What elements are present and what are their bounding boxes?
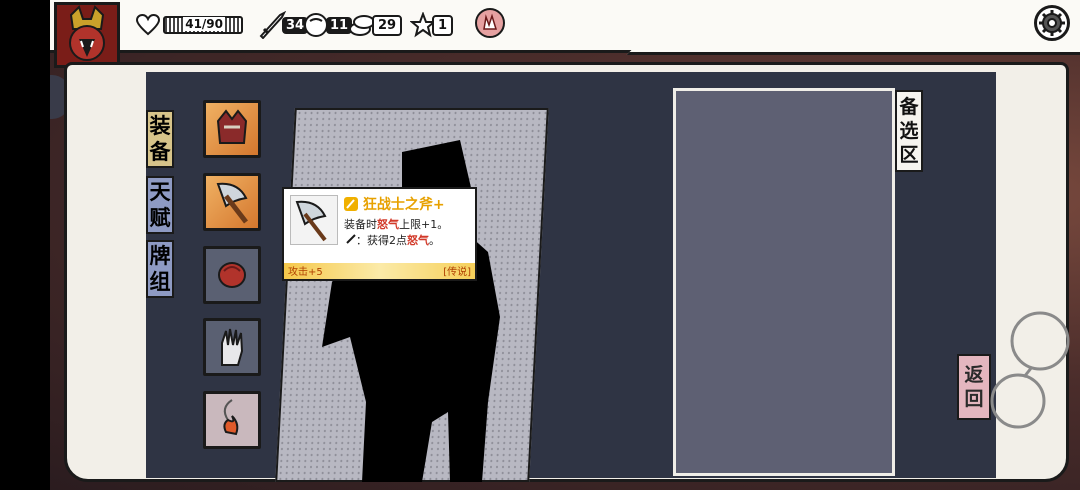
coins-value: 29 [372, 14, 403, 36]
reserve-label-char-2: 选 [899, 120, 919, 142]
stars-value: 1 [432, 14, 454, 36]
reserve-panel[interactable] [673, 88, 895, 476]
demon-portrait-icon [57, 5, 117, 65]
tab-equipment-char-2: 备 [149, 140, 171, 164]
effect-2-suffix: 。 [429, 234, 440, 247]
tab-equipment[interactable]: 装 备 [146, 110, 174, 168]
effect-2-keyword: 怒气 [407, 234, 429, 247]
item-tooltip: 狂战士之斧+ 装备时怒气上限+1。 ：获得2点怒气。 攻击+5 [传说] [282, 187, 477, 281]
hp-value: 41/90 [183, 17, 225, 31]
effect-1-keyword: 怒气 [377, 218, 399, 231]
reserve-label-char-3: 区 [899, 144, 919, 166]
tooltip-attack-bonus: 攻击+5 [288, 267, 323, 278]
weapon-type-icon [344, 197, 358, 211]
armor-stat: 11 [302, 12, 353, 38]
effect-1-suffix: 上限+1。 [399, 218, 449, 231]
glove-icon [221, 328, 244, 366]
equip-slot-weapon[interactable] [203, 173, 261, 231]
tab-deck[interactable]: 牌 组 [146, 240, 174, 298]
character-silhouette [322, 140, 500, 482]
tooltip-footer: 攻击+5 [传说] [284, 263, 475, 279]
return-label-char-2: 回 [964, 388, 984, 410]
heart-icon [136, 14, 160, 36]
character-portrait[interactable] [54, 2, 120, 68]
attack-icon [346, 234, 356, 244]
axe-icon [295, 200, 327, 242]
return-button[interactable]: 返 回 [957, 354, 991, 420]
tooltip-effect-line-2: ：获得2点怒气。 [346, 232, 440, 248]
relic-stat[interactable] [474, 8, 506, 38]
effect-1-prefix: 装备时 [344, 218, 377, 231]
tooltip-title: 狂战士之斧+ [344, 194, 445, 214]
hp-bar: 41/90 [163, 16, 243, 34]
game-scene: 41/90 34 11 29 1 装 备 天 赋 牌 组 备 选 区 返 回 狂… [50, 0, 1080, 490]
tooltip-rarity: [传说] [443, 267, 471, 278]
strength-stat: 34 [258, 11, 309, 39]
tab-talent-char-1: 天 [149, 180, 171, 204]
stars-stat: 1 [410, 12, 454, 38]
armor-piece-icon [218, 262, 246, 288]
return-label-char-1: 返 [964, 364, 984, 386]
tab-talent[interactable]: 天 赋 [146, 176, 174, 234]
tooltip-effect-line-1: 装备时怒气上限+1。 [344, 216, 448, 232]
tooltip-title-text: 狂战士之斧+ [362, 197, 445, 213]
equip-slot-amulet[interactable] [203, 391, 261, 449]
gear-icon [1039, 10, 1065, 36]
axe-icon [216, 182, 248, 224]
coins-stat: 29 [348, 12, 403, 38]
tooltip-item-image [290, 195, 338, 245]
tab-deck-char-2: 组 [149, 270, 171, 294]
amulet-icon [223, 399, 239, 436]
equip-slot-helmet[interactable] [203, 100, 261, 158]
glasses-decoration [990, 311, 1070, 429]
tab-deck-char-1: 牌 [149, 244, 171, 268]
top-hud-slant [626, 28, 1080, 55]
reserve-area-label: 备 选 区 [895, 90, 923, 172]
reserve-label-char-1: 备 [899, 96, 919, 118]
effect-2-prefix: ：获得2点 [356, 234, 407, 247]
tab-talent-char-2: 赋 [149, 206, 171, 230]
equip-slot-gloves[interactable] [203, 318, 261, 376]
relic-icon [475, 8, 505, 38]
equip-slot-armor[interactable] [203, 246, 261, 304]
hp-stat: 41/90 [136, 12, 243, 38]
settings-button[interactable] [1034, 5, 1070, 41]
tab-equipment-char-1: 装 [149, 114, 171, 138]
helmet-icon [216, 109, 248, 144]
